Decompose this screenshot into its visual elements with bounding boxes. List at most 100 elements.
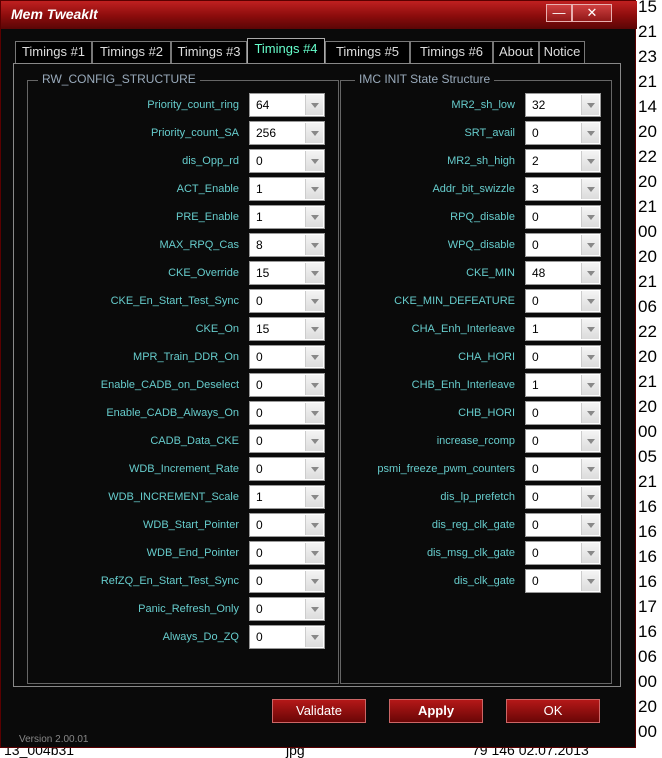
dropdown-arrow-icon[interactable] (305, 543, 323, 563)
dropdown-arrow-icon[interactable] (305, 403, 323, 423)
dropdown-arrow-icon[interactable] (305, 207, 323, 227)
dropdown-arrow-icon[interactable] (305, 263, 323, 283)
dropdown-arrow-icon[interactable] (305, 459, 323, 479)
setting-combobox[interactable]: 2 (525, 149, 601, 173)
dropdown-arrow-icon[interactable] (581, 431, 599, 451)
dropdown-arrow-icon[interactable] (581, 319, 599, 339)
ok-button[interactable]: OK (506, 699, 600, 723)
setting-combobox[interactable]: 8 (249, 233, 325, 257)
setting-combobox[interactable]: 1 (249, 485, 325, 509)
dropdown-arrow-icon[interactable] (305, 627, 323, 647)
setting-combobox[interactable]: 0 (525, 457, 601, 481)
setting-combobox[interactable]: 32 (525, 93, 601, 117)
setting-combobox[interactable]: 0 (249, 401, 325, 425)
setting-label: dis_lp_prefetch (440, 491, 515, 503)
setting-combobox[interactable]: 1 (249, 205, 325, 229)
setting-combobox[interactable]: 0 (249, 541, 325, 565)
dropdown-arrow-icon[interactable] (581, 403, 599, 423)
setting-value: 0 (256, 574, 263, 588)
title-bar[interactable]: Mem TweakIt — ✕ (1, 1, 637, 29)
setting-label: CKE_MIN_DEFEATURE (394, 295, 515, 307)
dropdown-arrow-icon[interactable] (305, 571, 323, 591)
setting-combobox[interactable]: 0 (249, 149, 325, 173)
setting-combobox[interactable]: 0 (525, 541, 601, 565)
close-button[interactable]: ✕ (572, 4, 612, 22)
setting-combobox[interactable]: 0 (249, 625, 325, 649)
setting-combobox[interactable]: 0 (525, 513, 601, 537)
setting-combobox[interactable]: 0 (249, 289, 325, 313)
dropdown-arrow-icon[interactable] (581, 179, 599, 199)
setting-label: WDB_INCREMENT_Scale (108, 491, 239, 503)
tab-timings-2[interactable]: Timings #2 (92, 41, 171, 63)
dropdown-arrow-icon[interactable] (581, 515, 599, 535)
validate-button[interactable]: Validate (272, 699, 366, 723)
setting-label: CKE_MIN (466, 267, 515, 279)
dropdown-arrow-icon[interactable] (305, 347, 323, 367)
dropdown-arrow-icon[interactable] (305, 123, 323, 143)
dropdown-arrow-icon[interactable] (305, 95, 323, 115)
dropdown-arrow-icon[interactable] (305, 319, 323, 339)
setting-combobox[interactable]: 0 (249, 373, 325, 397)
dropdown-arrow-icon[interactable] (305, 179, 323, 199)
setting-combobox[interactable]: 0 (525, 569, 601, 593)
setting-combobox[interactable]: 0 (525, 401, 601, 425)
setting-combobox[interactable]: 0 (249, 597, 325, 621)
setting-combobox[interactable]: 64 (249, 93, 325, 117)
dropdown-arrow-icon[interactable] (305, 431, 323, 451)
setting-combobox[interactable]: 0 (525, 205, 601, 229)
setting-label: MAX_RPQ_Cas (159, 239, 239, 251)
dropdown-arrow-icon[interactable] (581, 571, 599, 591)
background-number: 00 (638, 222, 657, 241)
tab-about[interactable]: About (493, 41, 539, 63)
tab-timings-6[interactable]: Timings #6 (410, 41, 493, 63)
setting-combobox[interactable]: 0 (249, 345, 325, 369)
dropdown-arrow-icon[interactable] (581, 487, 599, 507)
dropdown-arrow-icon[interactable] (305, 291, 323, 311)
dropdown-arrow-icon[interactable] (581, 459, 599, 479)
setting-combobox[interactable]: 0 (525, 345, 601, 369)
dropdown-arrow-icon[interactable] (581, 235, 599, 255)
setting-value: 1 (532, 322, 539, 336)
setting-value: 32 (532, 98, 546, 112)
setting-combobox[interactable]: 256 (249, 121, 325, 145)
dropdown-arrow-icon[interactable] (581, 263, 599, 283)
dropdown-arrow-icon[interactable] (305, 515, 323, 535)
setting-combobox[interactable]: 0 (525, 485, 601, 509)
tab-timings-5[interactable]: Timings #5 (325, 41, 410, 63)
setting-combobox[interactable]: 0 (249, 457, 325, 481)
dropdown-arrow-icon[interactable] (581, 151, 599, 171)
dropdown-arrow-icon[interactable] (581, 347, 599, 367)
dropdown-arrow-icon[interactable] (581, 207, 599, 227)
setting-combobox[interactable]: 0 (525, 121, 601, 145)
tab-timings-1[interactable]: Timings #1 (15, 41, 92, 63)
setting-combobox[interactable]: 15 (249, 317, 325, 341)
dropdown-arrow-icon[interactable] (305, 487, 323, 507)
dropdown-arrow-icon[interactable] (581, 543, 599, 563)
setting-combobox[interactable]: 1 (525, 373, 601, 397)
setting-combobox[interactable]: 0 (249, 513, 325, 537)
dropdown-arrow-icon[interactable] (305, 375, 323, 395)
setting-combobox[interactable]: 0 (249, 569, 325, 593)
dropdown-arrow-icon[interactable] (305, 151, 323, 171)
setting-combobox[interactable]: 1 (525, 317, 601, 341)
setting-combobox[interactable]: 0 (525, 233, 601, 257)
dropdown-arrow-icon[interactable] (305, 599, 323, 619)
tab-timings-4[interactable]: Timings #4 (247, 38, 325, 64)
tab-notice[interactable]: Notice (539, 41, 585, 63)
setting-combobox[interactable]: 0 (525, 429, 601, 453)
minimize-button[interactable]: — (546, 4, 572, 22)
setting-combobox[interactable]: 0 (525, 289, 601, 313)
dropdown-arrow-icon[interactable] (581, 375, 599, 395)
dropdown-arrow-icon[interactable] (305, 235, 323, 255)
background-number: 00 (638, 672, 657, 691)
setting-combobox[interactable]: 3 (525, 177, 601, 201)
dropdown-arrow-icon[interactable] (581, 95, 599, 115)
dropdown-arrow-icon[interactable] (581, 123, 599, 143)
setting-combobox[interactable]: 15 (249, 261, 325, 285)
tab-timings-3[interactable]: Timings #3 (171, 41, 247, 63)
apply-button[interactable]: Apply (389, 699, 483, 723)
setting-combobox[interactable]: 48 (525, 261, 601, 285)
setting-combobox[interactable]: 1 (249, 177, 325, 201)
dropdown-arrow-icon[interactable] (581, 291, 599, 311)
setting-combobox[interactable]: 0 (249, 429, 325, 453)
